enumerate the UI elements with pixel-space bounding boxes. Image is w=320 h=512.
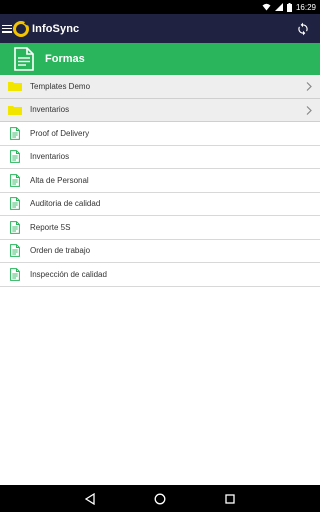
document-icon	[8, 150, 22, 164]
forms-document-icon	[14, 47, 34, 71]
document-icon	[8, 126, 22, 140]
document-icon	[8, 220, 22, 234]
document-icon	[8, 244, 22, 258]
sync-icon	[298, 22, 308, 35]
document-icon	[8, 197, 22, 211]
form-item-reporte-5s[interactable]: Reporte 5S	[0, 216, 320, 240]
wifi-icon	[262, 3, 271, 11]
status-bar: 16:29	[0, 0, 320, 14]
form-item-auditoria-de-calidad[interactable]: Auditoria de calidad	[0, 193, 320, 216]
folder-label: Inventarios	[30, 105, 70, 115]
page-title: Formas	[45, 53, 85, 65]
signal-icon	[274, 3, 283, 11]
home-circle-icon[interactable]	[153, 492, 167, 506]
document-icon	[8, 173, 22, 187]
infosync-logo-icon	[13, 20, 29, 37]
form-item-alta-de-personal[interactable]: Alta de Personal	[0, 169, 320, 193]
battery-icon	[286, 2, 292, 12]
form-item-orden-de-trabajo[interactable]: Orden de trabajo	[0, 240, 320, 263]
form-item-inspeccion-de-calidad[interactable]: Inspección de calidad	[0, 263, 320, 287]
folder-icon	[8, 81, 22, 92]
form-label: Inspección de calidad	[30, 269, 107, 279]
section-header: Formas	[0, 43, 320, 75]
form-item-inventarios[interactable]: Inventarios	[0, 146, 320, 169]
folder-item-templates-demo[interactable]: Templates Demo	[0, 75, 320, 99]
form-label: Proof of Delivery	[30, 128, 90, 138]
app-title: InfoSync	[32, 22, 80, 35]
form-label: Alta de Personal	[30, 175, 89, 185]
form-label: Auditoria de calidad	[30, 199, 101, 209]
folder-label: Templates Demo	[30, 81, 91, 91]
status-time: 16:29	[295, 2, 316, 12]
chevron-right-icon	[306, 77, 312, 96]
system-nav-bar	[0, 485, 320, 512]
app-bar: InfoSync	[0, 14, 320, 43]
document-icon	[8, 267, 22, 281]
form-label: Reporte 5S	[30, 222, 71, 232]
form-label: Orden de trabajo	[30, 246, 91, 256]
forms-list: Templates Demo Inventarios Proof of Deli…	[0, 75, 320, 287]
form-label: Inventarios	[30, 152, 70, 162]
sync-button[interactable]	[292, 18, 314, 40]
form-item-proof-of-delivery[interactable]: Proof of Delivery	[0, 122, 320, 146]
recents-square-icon[interactable]	[223, 492, 237, 506]
menu-icon[interactable]	[2, 24, 12, 34]
folder-icon	[8, 105, 22, 115]
chevron-right-icon	[306, 100, 312, 119]
back-triangle-icon[interactable]	[83, 492, 97, 506]
folder-item-inventarios[interactable]: Inventarios	[0, 98, 320, 122]
